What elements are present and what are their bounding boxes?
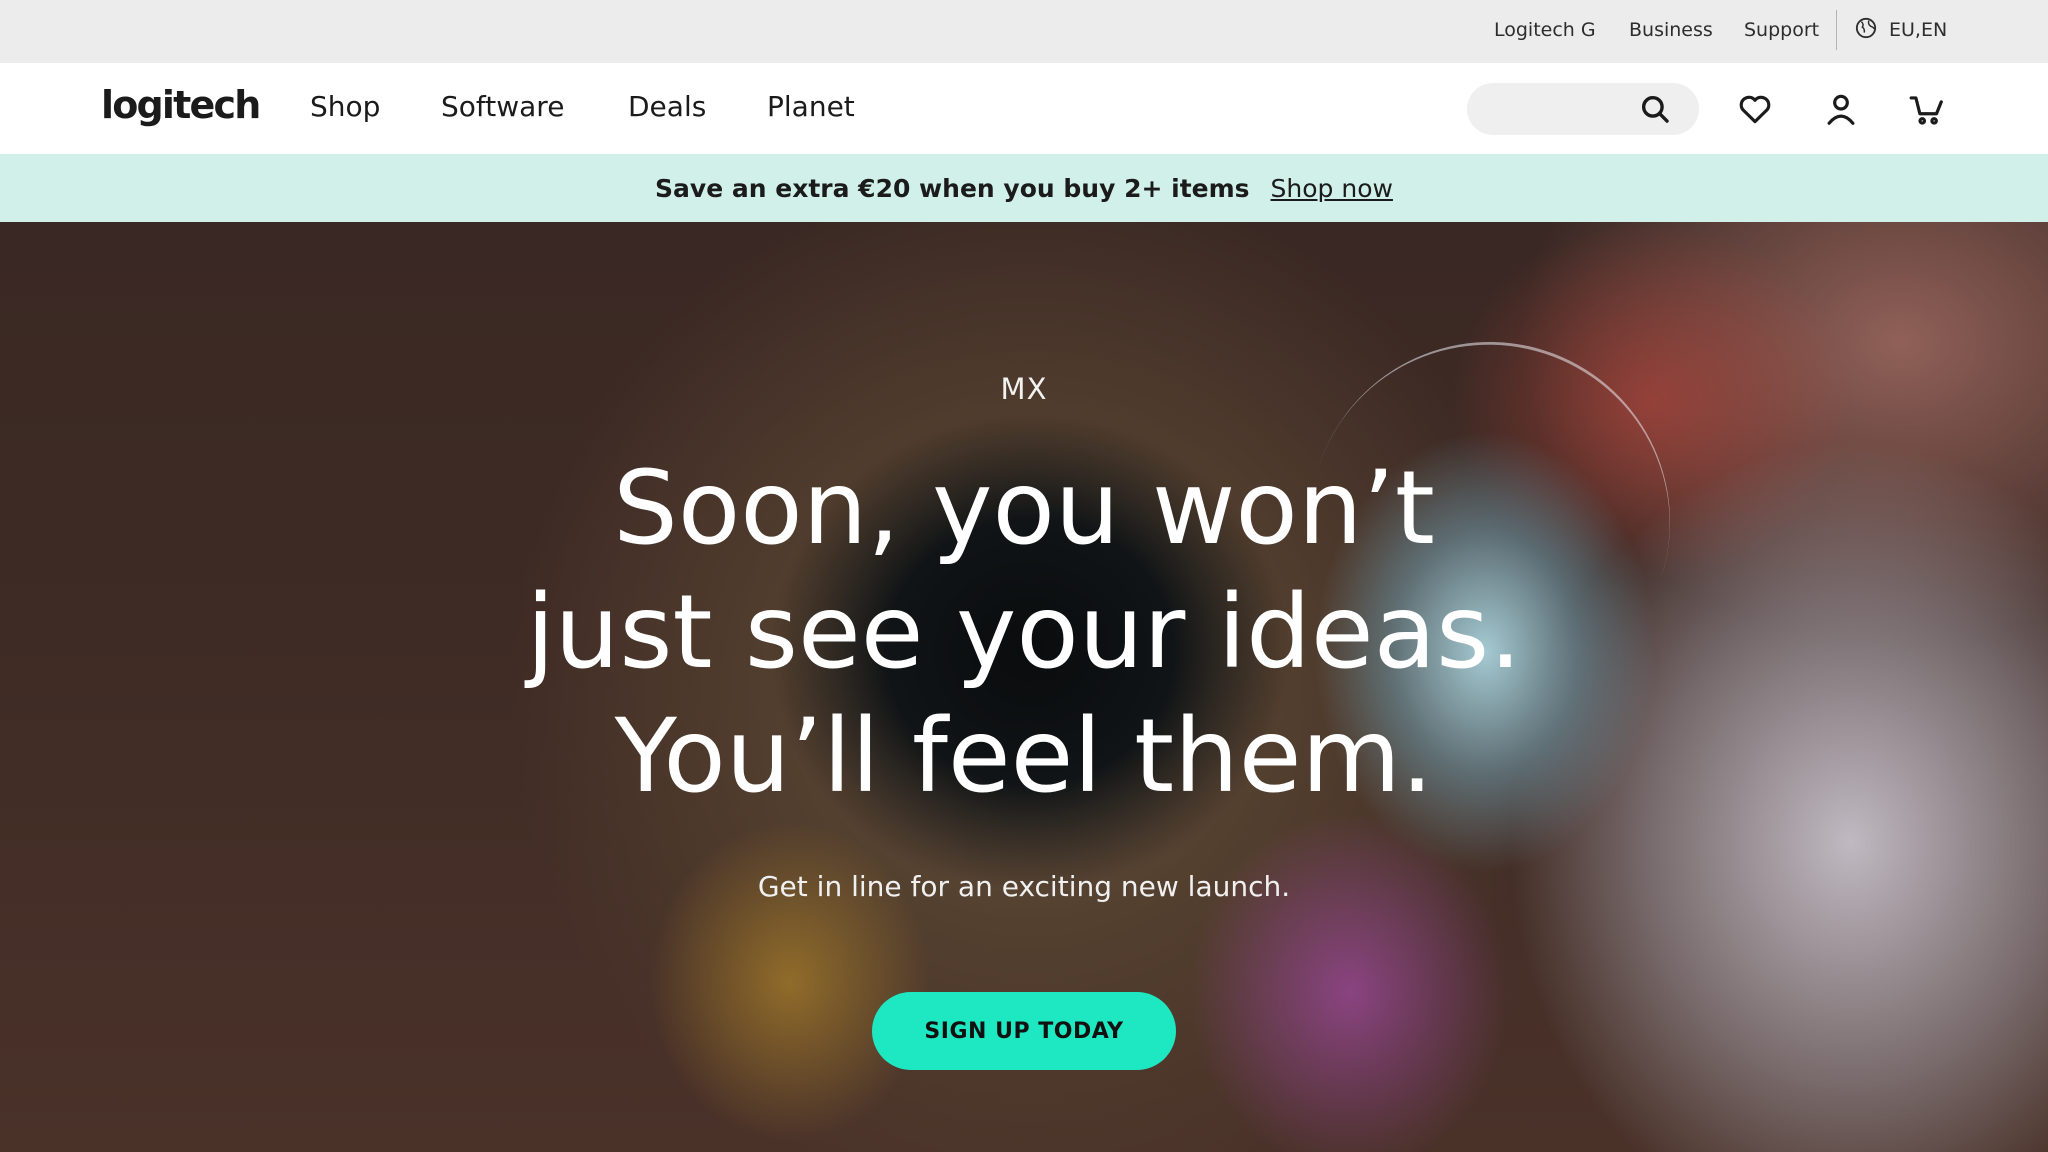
cart-icon[interactable] [1908, 90, 1946, 128]
promo-text: Save an extra €20 when you buy 2+ items [655, 173, 1250, 203]
nav-link-deals[interactable]: Deals [628, 90, 706, 123]
hero-title-line: just see your ideas. [526, 573, 1522, 692]
main-nav: logitech Shop Software Deals Planet [0, 63, 2048, 154]
hero-title: Soon, you won’t just see your ideas. You… [0, 447, 2048, 819]
hero-content: MX Soon, you won’t just see your ideas. … [0, 222, 2048, 1152]
logitech-logo[interactable]: logitech [101, 83, 261, 127]
utility-bar: Logitech G Business Support EU,EN [0, 0, 2048, 63]
hero-title-line: You’ll feel them. [614, 697, 1434, 816]
promo-shop-now-link[interactable]: Shop now [1271, 174, 1393, 203]
user-icon[interactable] [1822, 90, 1860, 128]
utility-link-business[interactable]: Business [1629, 0, 1713, 60]
globe-icon [1855, 17, 1877, 44]
utility-divider [1836, 10, 1837, 50]
nav-link-software[interactable]: Software [441, 90, 564, 123]
promo-banner: Save an extra €20 when you buy 2+ items … [0, 154, 2048, 222]
locale-selector[interactable]: EU,EN [1855, 0, 1947, 60]
utility-link-support[interactable]: Support [1744, 0, 1819, 60]
locale-label: EU,EN [1889, 19, 1948, 41]
search-input[interactable] [1489, 83, 1649, 135]
utility-link-logitech-g[interactable]: Logitech G [1494, 0, 1596, 60]
sign-up-button[interactable]: SIGN UP TODAY [872, 992, 1176, 1070]
hero-subtitle: Get in line for an exciting new launch. [757, 870, 1291, 903]
search-icon[interactable] [1638, 92, 1672, 126]
hero-title-line: Soon, you won’t [613, 449, 1435, 568]
hero-eyebrow: MX [1000, 372, 1048, 406]
heart-icon[interactable] [1736, 90, 1774, 128]
hero-section: MX Soon, you won’t just see your ideas. … [0, 222, 2048, 1152]
nav-link-planet[interactable]: Planet [767, 90, 855, 123]
nav-link-shop[interactable]: Shop [310, 90, 380, 123]
